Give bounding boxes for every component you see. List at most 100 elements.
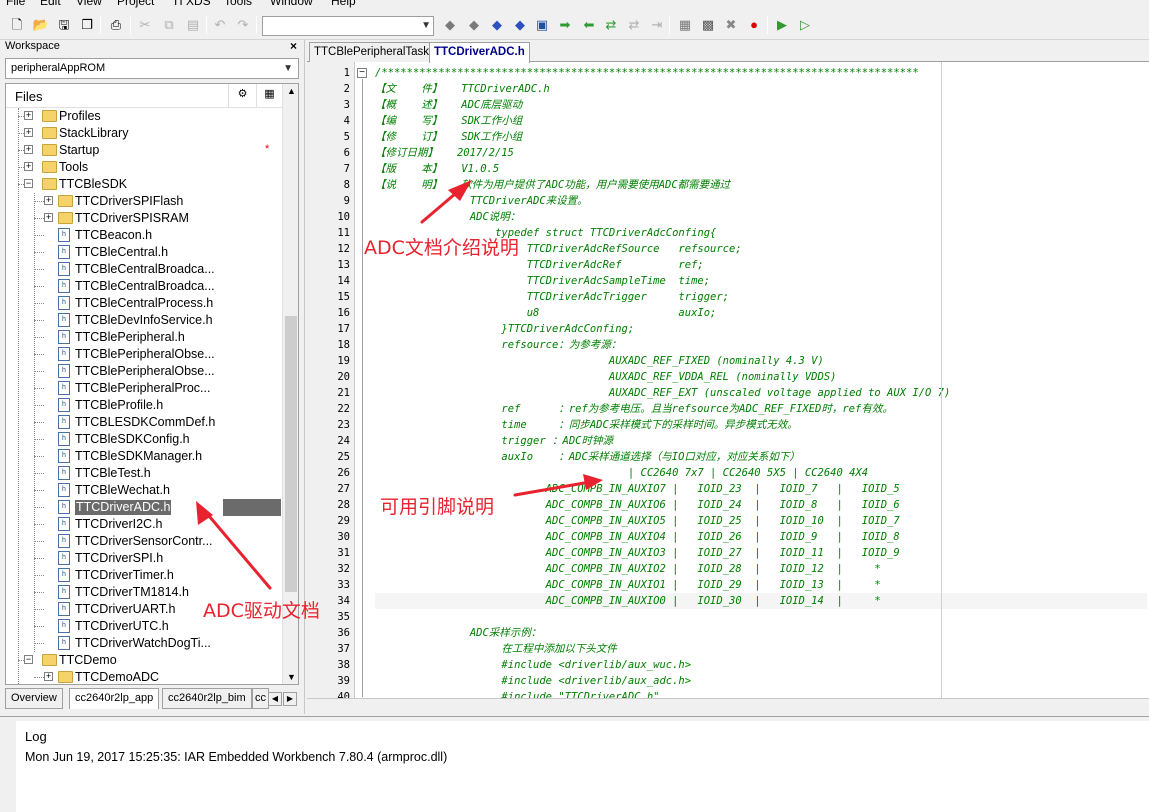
copy-icon[interactable]: ⧉ xyxy=(160,16,178,34)
tree-file[interactable]: h TTCBleSDKManager.h xyxy=(6,448,282,465)
tree-folder[interactable]: + Startup * xyxy=(6,142,282,159)
tree-folder[interactable]: + StackLibrary xyxy=(6,125,282,142)
compile-icon[interactable]: ▦ xyxy=(676,16,694,34)
menu-ti-xds[interactable]: TI XDS xyxy=(172,0,211,8)
previous-bookmark-icon[interactable]: ◆ xyxy=(511,16,529,34)
expand-icon[interactable]: + xyxy=(24,111,33,120)
tree-file[interactable]: h TTCBlePeripheralObse... xyxy=(6,346,282,363)
menu-tools[interactable]: Tools xyxy=(224,0,252,8)
scroll-down-icon[interactable]: ▼ xyxy=(287,672,296,682)
tree-folder[interactable]: + TTCDriverSPIFlash xyxy=(6,193,282,210)
tab-cc2640r2lp-bim[interactable]: cc2640r2lp_bim xyxy=(162,688,252,709)
menu-help[interactable]: Help xyxy=(331,0,356,8)
find-previous-icon[interactable]: ⇄ xyxy=(625,16,643,34)
tree-file[interactable]: h TTCDriverSPI.h xyxy=(6,550,282,567)
open-icon[interactable]: 📂 xyxy=(32,16,50,34)
tree-file[interactable]: h TTCBeacon.h xyxy=(6,227,282,244)
expand-icon[interactable]: + xyxy=(24,128,33,137)
tree-file[interactable]: h TTCBleCentralBroadca... xyxy=(6,278,282,295)
line-number: 17 xyxy=(337,323,350,335)
menu-window[interactable]: Window xyxy=(270,0,313,8)
tree-file[interactable]: h TTCDriverWatchDogTi... xyxy=(6,635,282,652)
save-icon[interactable]: 🖫 xyxy=(55,16,73,34)
tree-file[interactable]: h TTCDriverTimer.h xyxy=(6,567,282,584)
tree-file[interactable]: h TTCBleCentralBroadca... xyxy=(6,261,282,278)
save-all-icon[interactable]: ❐ xyxy=(78,16,96,34)
tree-file[interactable]: h TTCBleCentralProcess.h xyxy=(6,295,282,312)
tab-scroll-right-icon[interactable]: ▶ xyxy=(283,692,297,706)
tab-ttcbleperipheraltask-c[interactable]: TTCBlePeripheralTask.c xyxy=(309,42,443,62)
tree-folder[interactable]: − TTCBleSDK xyxy=(6,176,282,193)
download-debug-icon[interactable]: ▶ xyxy=(773,16,791,34)
tree-file[interactable]: h TTCBleSDKConfig.h xyxy=(6,431,282,448)
header-file-icon: h xyxy=(58,517,70,531)
collapse-icon[interactable]: − xyxy=(24,179,33,188)
tab-cc2640r2lp-app[interactable]: cc2640r2lp_app xyxy=(69,688,160,709)
navigate-forward-icon[interactable]: ➡ xyxy=(556,16,574,34)
find-combo[interactable]: ▼ xyxy=(262,16,434,36)
scrollbar-thumb[interactable] xyxy=(285,316,297,592)
expand-icon[interactable]: + xyxy=(24,162,33,171)
next-bookmark-icon[interactable]: ◆ xyxy=(488,16,506,34)
paste-icon[interactable]: ▤ xyxy=(184,16,202,34)
build-status-column-icon[interactable]: ▦ xyxy=(256,84,282,108)
close-icon[interactable]: × xyxy=(290,39,297,53)
cut-icon[interactable]: ✂ xyxy=(136,16,154,34)
menu-view[interactable]: View xyxy=(76,0,102,8)
options-column-icon[interactable]: ⚙ xyxy=(228,84,256,108)
tree-folder[interactable]: − TTCDemo xyxy=(6,652,282,669)
tree-file[interactable]: h TTCBleDevInfoService.h xyxy=(6,312,282,329)
tree-folder[interactable]: + TTCDemoADC xyxy=(6,669,282,684)
header-file-icon: h xyxy=(58,636,70,650)
navigate-back-icon[interactable]: ⬅ xyxy=(580,16,598,34)
go-to-definition-icon[interactable]: ▣ xyxy=(533,16,551,34)
tree-file[interactable]: h TTCBleTest.h xyxy=(6,465,282,482)
expand-icon[interactable]: + xyxy=(24,145,33,154)
menu-file[interactable]: File xyxy=(6,0,25,8)
collapse-icon[interactable]: − xyxy=(24,655,33,664)
stop-build-icon[interactable]: ✖ xyxy=(722,16,740,34)
code-area[interactable]: /***************************************… xyxy=(373,62,1149,698)
tree-file[interactable]: h TTCDriverADC.h xyxy=(6,499,282,516)
tab-overview[interactable]: Overview xyxy=(5,688,63,709)
go-to-bookmark-icon[interactable]: ◆ xyxy=(465,16,483,34)
tree-file[interactable]: h TTCBleWechat.h xyxy=(6,482,282,499)
fold-toggle-icon[interactable]: − xyxy=(357,68,367,78)
tree-file[interactable]: h TTCBlePeripheral.h xyxy=(6,329,282,346)
tree-folder[interactable]: + Profiles xyxy=(6,108,282,125)
tree-scrollbar[interactable]: ▲ ▼ xyxy=(282,84,298,684)
redo-icon[interactable]: ↷ xyxy=(234,16,252,34)
tab-ttcdriveradc-h[interactable]: TTCDriverADC.h xyxy=(429,42,530,63)
tree-file[interactable]: h TTCBLESDKCommDef.h xyxy=(6,414,282,431)
code-line: trigger ：ADC时钟源 xyxy=(375,435,613,447)
menu-project[interactable]: Project xyxy=(117,0,154,8)
tree-file[interactable]: h TTCBlePeripheralProc... xyxy=(6,380,282,397)
expand-icon[interactable]: + xyxy=(44,196,53,205)
undo-icon[interactable]: ↶ xyxy=(211,16,229,34)
debug-without-download-icon[interactable]: ▷ xyxy=(796,16,814,34)
tree-file[interactable]: h TTCDriverI2C.h xyxy=(6,516,282,533)
toggle-bookmark-icon[interactable]: ◆ xyxy=(441,16,459,34)
expand-icon[interactable]: + xyxy=(44,213,53,222)
editor-horizontal-scrollbar[interactable] xyxy=(307,698,1149,714)
print-icon[interactable]: ⎙ xyxy=(107,16,125,34)
tree-file[interactable]: h TTCBleCentral.h xyxy=(6,244,282,261)
tree-folder[interactable]: + Tools xyxy=(6,159,282,176)
configuration-select[interactable]: peripheralAppROM ▼ xyxy=(5,58,299,79)
tab-scroll-left-icon[interactable]: ◀ xyxy=(268,692,282,706)
new-file-icon[interactable]: 🗋 xyxy=(8,16,26,34)
tree-file[interactable]: h TTCDriverSensorContr... xyxy=(6,533,282,550)
line-number: 31 xyxy=(337,547,350,559)
find-next-icon[interactable]: ⇄ xyxy=(602,16,620,34)
tree-folder[interactable]: + TTCDriverSPISRAM xyxy=(6,210,282,227)
go-to-line-icon[interactable]: ⇥ xyxy=(648,16,666,34)
configuration-value: peripheralAppROM xyxy=(11,62,106,74)
expand-icon[interactable]: + xyxy=(44,672,53,681)
toggle-breakpoint-icon[interactable]: ● xyxy=(745,16,763,34)
tree-file[interactable]: h TTCBleProfile.h xyxy=(6,397,282,414)
make-icon[interactable]: ▩ xyxy=(699,16,717,34)
menu-edit[interactable]: Edit xyxy=(40,0,61,8)
scroll-up-icon[interactable]: ▲ xyxy=(287,86,296,96)
tab-cc[interactable]: cc xyxy=(252,688,269,709)
tree-file[interactable]: h TTCBlePeripheralObse... xyxy=(6,363,282,380)
